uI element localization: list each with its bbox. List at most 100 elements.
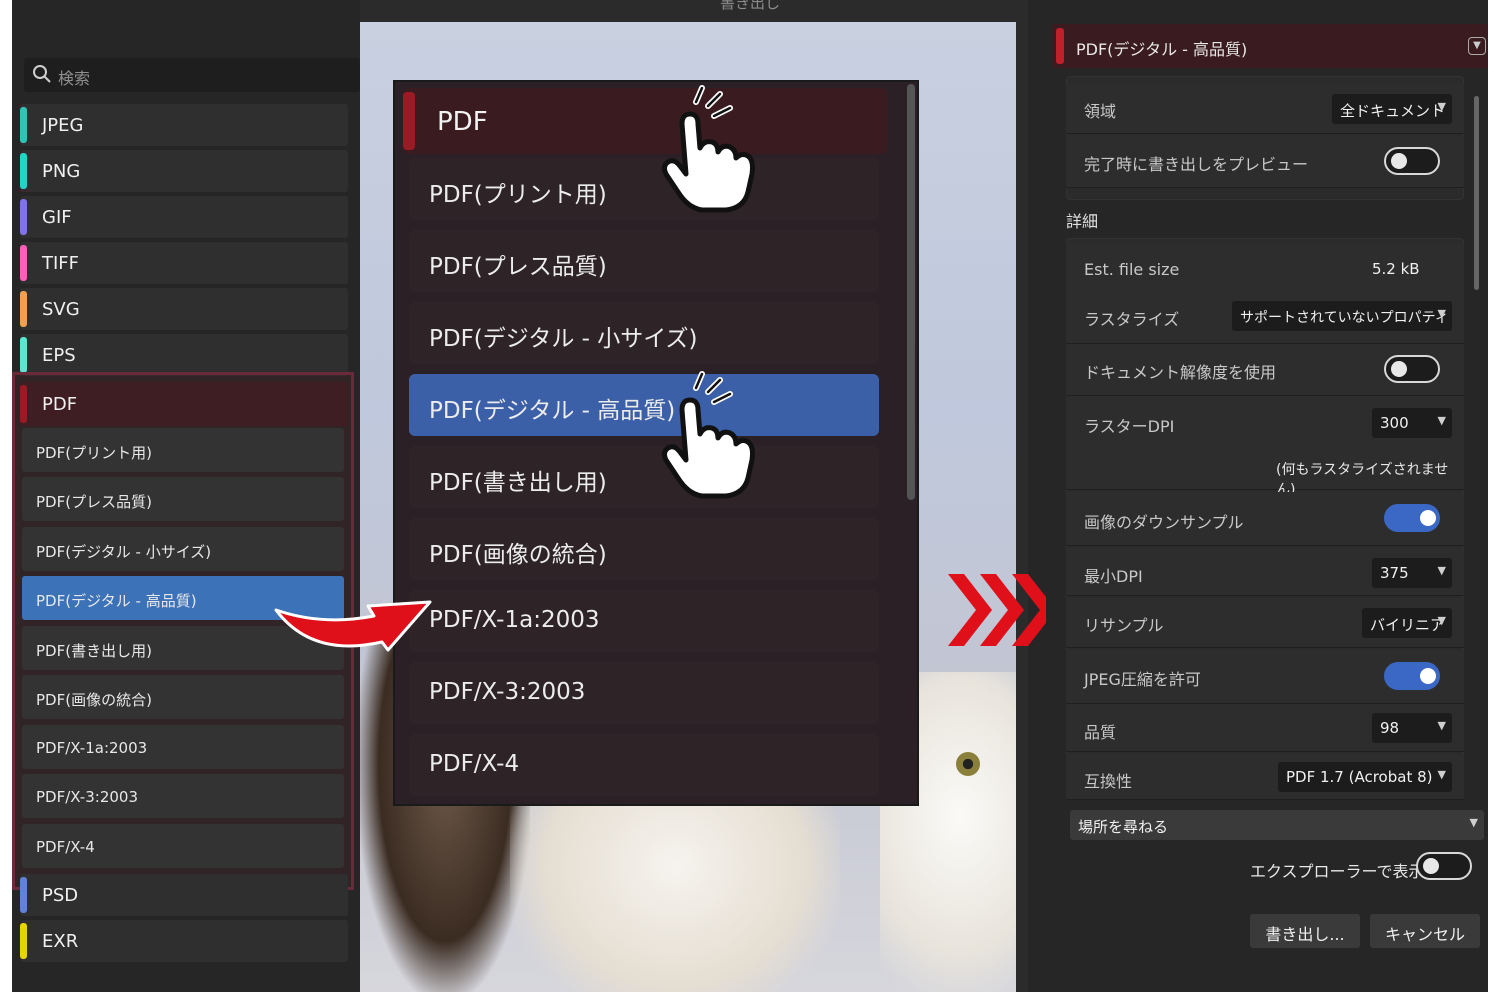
export-button[interactable]: 書き出し... — [1250, 914, 1360, 948]
pdf-preset-item[interactable]: PDF(デジタル - 小サイズ) — [22, 527, 344, 571]
preset-title: PDF(デジタル - 高品質) — [1076, 40, 1248, 59]
compat-label: 互換性 — [1084, 772, 1133, 791]
chevron-down-icon[interactable]: ▼ — [1468, 37, 1486, 55]
compat-dropdown[interactable]: PDF 1.7 (Acrobat 8) ▼ — [1278, 762, 1452, 792]
chevron-down-icon: ▼ — [1437, 100, 1446, 113]
search-placeholder: 検索 — [58, 69, 91, 88]
min-dpi-label: 最小DPI — [1084, 567, 1143, 586]
resample-row: リサンプル バイリニア ▼ — [1066, 598, 1464, 648]
area-dropdown[interactable]: 全ドキュメント ▼ — [1332, 94, 1452, 124]
format-color-bar — [20, 923, 27, 959]
explorer-toggle[interactable] — [1416, 852, 1472, 880]
raster-dpi-row: ラスターDPI 300 ▼ (何もラスタライズされません) — [1066, 396, 1464, 498]
doc-dpi-toggle[interactable] — [1384, 355, 1440, 383]
toggle-knob — [1423, 858, 1439, 874]
chevron-down-icon: ▼ — [1437, 719, 1446, 732]
zoom-menu-item[interactable]: PDF(書き出し用) — [409, 446, 879, 508]
zoom-menu-item[interactable]: PDF(画像の統合) — [409, 518, 879, 580]
pdf-preset-label: PDF(デジタル - 小サイズ) — [36, 543, 212, 561]
zoom-menu-item[interactable]: PDF(デジタル - 小サイズ) — [409, 302, 879, 364]
pdf-preset-label: PDF(書き出し用) — [36, 642, 152, 660]
preview-toggle[interactable] — [1384, 147, 1440, 175]
min-dpi-row: 最小DPI 375 ▼ — [1066, 548, 1464, 596]
format-item-gif[interactable]: GIF — [20, 196, 348, 238]
jpeg-label: JPEG圧縮を許可 — [1084, 670, 1201, 689]
details-heading: 詳細 — [1066, 212, 1099, 231]
toggle-knob — [1420, 510, 1436, 526]
format-item-tiff[interactable]: TIFF — [20, 242, 348, 284]
menu-scrollbar[interactable] — [907, 84, 915, 500]
zoom-menu-item[interactable]: PDF/X-4 — [409, 734, 879, 796]
downsample-row: 画像のダウンサンプル — [1066, 492, 1464, 546]
zoom-menu-item-selected[interactable]: PDF(デジタル - 高品質) — [409, 374, 879, 436]
search-icon — [33, 65, 51, 83]
format-item-jpeg[interactable]: JPEG — [20, 104, 348, 146]
resample-dropdown[interactable]: バイリニア ▼ — [1362, 608, 1452, 638]
zoom-menu-item[interactable]: PDF(プレス品質) — [409, 230, 879, 292]
area-row: 領域 全ドキュメント ▼ — [1066, 84, 1464, 134]
pdf-preset-item[interactable]: PDF(プリント用) — [22, 428, 344, 472]
zoom-color-bar — [403, 92, 415, 150]
zoom-item-label: PDF(プレス品質) — [429, 254, 607, 280]
format-item-png[interactable]: PNG — [20, 150, 348, 192]
zoom-item-label: PDF(書き出し用) — [429, 470, 607, 496]
resample-value: バイリニア — [1370, 616, 1446, 634]
location-dropdown[interactable]: 場所を尋ねる ▼ — [1070, 810, 1484, 840]
search-input[interactable]: 検索 — [24, 58, 360, 92]
format-item-exr[interactable]: EXR — [20, 920, 348, 962]
jpeg-toggle[interactable] — [1384, 662, 1440, 690]
doc-dpi-label: ドキュメント解像度を使用 — [1084, 363, 1277, 382]
min-dpi-value: 375 — [1380, 564, 1409, 582]
pdf-preset-item[interactable]: PDF/X-1a:2003 — [22, 725, 344, 769]
format-item-eps[interactable]: EPS — [20, 334, 348, 376]
zoom-pdf-header[interactable]: PDF — [403, 88, 887, 154]
format-item-pdf[interactable]: PDF — [20, 382, 348, 426]
jpeg-row: JPEG圧縮を許可 — [1066, 650, 1464, 704]
location-value: 場所を尋ねる — [1078, 818, 1169, 836]
pdf-preset-label: PDF(画像の統合) — [36, 691, 152, 709]
rasterize-row: ラスタライズ サポートされていないプロパティ ▼ — [1066, 292, 1464, 344]
chevron-down-icon: ▼ — [1469, 816, 1478, 829]
zoomed-preset-menu: PDF PDF(プリント用) PDF(プレス品質) PDF(デジタル - 小サイ… — [393, 80, 919, 806]
zoom-menu-item[interactable]: PDF/X-3:2003 — [409, 662, 879, 724]
zoom-menu-item[interactable]: PDF/X-1a:2003 — [409, 590, 879, 652]
settings-scrollbar[interactable] — [1474, 96, 1479, 290]
pdf-preset-item[interactable]: PDF/X-4 — [22, 824, 344, 868]
downsample-toggle[interactable] — [1384, 504, 1440, 532]
triple-chevron-icon — [948, 574, 1046, 646]
raster-dpi-value: 300 — [1380, 414, 1409, 432]
downsample-label: 画像のダウンサンプル — [1084, 513, 1244, 532]
format-color-bar — [20, 337, 27, 373]
min-dpi-dropdown[interactable]: 375 ▼ — [1372, 558, 1452, 588]
rasterize-value: サポートされていないプロパティ — [1240, 310, 1449, 326]
format-label: PDF — [42, 394, 78, 415]
pdf-preset-item[interactable]: PDF(画像の統合) — [22, 675, 344, 719]
format-item-psd[interactable]: PSD — [20, 874, 348, 916]
format-color-bar — [20, 291, 27, 327]
format-color-bar — [20, 385, 27, 423]
format-label: EXR — [42, 931, 79, 952]
format-label: TIFF — [42, 253, 80, 274]
preset-header[interactable]: PDF(デジタル - 高品質) ▼ — [1052, 24, 1488, 68]
raster-dpi-stepper[interactable]: 300 ▼ — [1372, 408, 1452, 438]
zoom-item-label: PDF(デジタル - 高品質) — [429, 398, 676, 424]
settings-pane: PDF(デジタル - 高品質) ▼ 領域 全ドキュメント ▼ 完了時に書き出しをプ… — [1028, 0, 1488, 992]
format-color-bar — [20, 199, 27, 235]
cancel-button[interactable]: キャンセル — [1370, 914, 1480, 948]
zoom-item-label: PDF(プリント用) — [429, 182, 607, 208]
format-item-svg[interactable]: SVG — [20, 288, 348, 330]
rasterize-dropdown[interactable]: サポートされていないプロパティ ▼ — [1232, 301, 1452, 331]
raster-dpi-label: ラスターDPI — [1084, 417, 1175, 436]
quality-dropdown[interactable]: 98 ▼ — [1372, 713, 1452, 743]
zoom-item-label: PDF/X-3:2003 — [429, 679, 586, 705]
zoom-menu-item[interactable]: PDF(プリント用) — [409, 158, 879, 220]
toggle-knob — [1391, 361, 1407, 377]
format-label: SVG — [42, 299, 80, 320]
pdf-preset-label: PDF(プレス品質) — [36, 493, 152, 511]
file-size-row: Est. file size 5.2 kB — [1066, 244, 1464, 294]
pdf-preset-label: PDF/X-1a:2003 — [36, 739, 148, 757]
pdf-preset-item[interactable]: PDF/X-3:2003 — [22, 774, 344, 818]
file-size-label: Est. file size — [1084, 260, 1180, 279]
pdf-preset-item[interactable]: PDF(プレス品質) — [22, 477, 344, 521]
format-label: GIF — [42, 207, 72, 228]
